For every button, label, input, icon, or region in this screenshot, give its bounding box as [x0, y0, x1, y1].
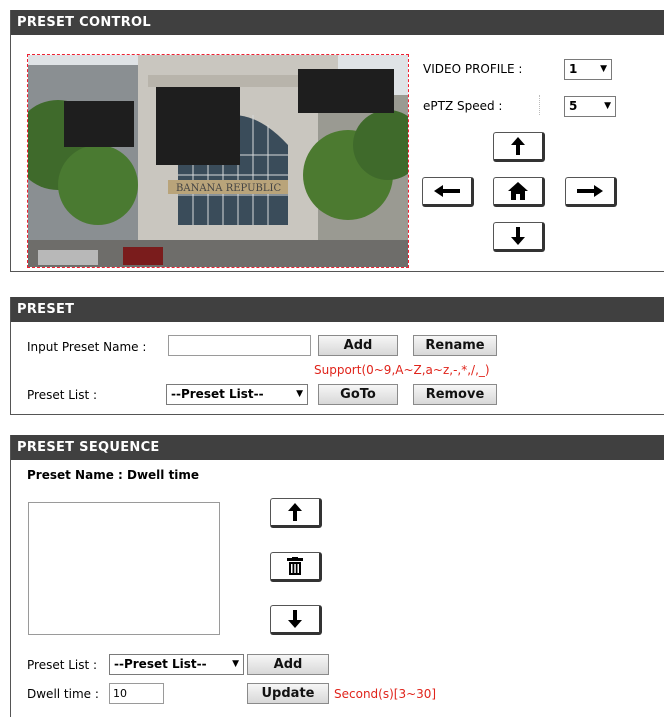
preset-name-input[interactable] — [168, 335, 311, 356]
preset-sequence-header: PRESET SEQUENCE — [11, 435, 664, 460]
store-sign-text: BANANA REPUBLIC — [176, 183, 281, 194]
video-profile-select[interactable]: 1 ▼ — [564, 59, 612, 80]
preset-list-label: Preset List : — [27, 388, 98, 402]
pan-down-button[interactable] — [493, 222, 545, 252]
sequence-down-button[interactable] — [270, 605, 322, 635]
preset-section: PRESET Input Preset Name : Add Rename Su… — [10, 297, 664, 415]
chevron-down-icon: ▼ — [296, 389, 303, 399]
sequence-list-value: --Preset List-- — [114, 657, 207, 671]
preset-header: PRESET — [11, 297, 664, 322]
sequence-name-header: Preset Name : Dwell time — [27, 468, 200, 482]
eptz-speed-divider — [539, 95, 541, 115]
pan-up-button[interactable] — [493, 132, 545, 162]
trash-icon — [287, 557, 303, 575]
eptz-speed-select[interactable]: 5 ▼ — [564, 96, 616, 117]
up-arrow-icon — [511, 137, 525, 155]
preset-remove-button[interactable]: Remove — [413, 384, 497, 405]
preset-control-section: PRESET CONTROL BANANA REPUBLIC VIDEO PRO… — [10, 10, 664, 272]
chevron-down-icon: ▼ — [232, 659, 239, 669]
sequence-up-button[interactable] — [270, 498, 322, 528]
dwell-time-input[interactable]: 10 — [109, 683, 164, 704]
preset-add-button[interactable]: Add — [318, 335, 398, 356]
dwell-time-label: Dwell time : — [27, 687, 99, 701]
right-arrow-icon — [577, 185, 603, 197]
preset-list-select[interactable]: --Preset List-- ▼ — [166, 384, 308, 405]
preset-body: Input Preset Name : Add Rename Support(0… — [11, 322, 664, 415]
home-icon — [508, 182, 528, 200]
down-arrow-icon — [511, 227, 525, 245]
eptz-speed-value: 5 — [569, 99, 578, 113]
dwell-update-button[interactable]: Update — [247, 683, 329, 704]
preset-rename-button[interactable]: Rename — [413, 335, 497, 356]
sequence-listbox[interactable] — [28, 502, 220, 635]
eptz-speed-label: ePTZ Speed : — [423, 99, 503, 113]
pan-left-button[interactable] — [422, 177, 474, 207]
video-profile-label: VIDEO PROFILE : — [423, 62, 523, 76]
sequence-list-label: Preset List : — [27, 658, 98, 672]
chevron-down-icon: ▼ — [604, 101, 611, 111]
preset-sequence-body: Preset Name : Dwell time Preset List : -… — [11, 460, 664, 717]
preset-support-text: Support(0~9,A~Z,a~z,-,*,/,_) — [314, 363, 490, 377]
down-arrow-icon — [288, 610, 302, 628]
preset-control-header: PRESET CONTROL — [11, 10, 664, 35]
preset-goto-button[interactable]: GoTo — [318, 384, 398, 405]
video-profile-value: 1 — [569, 62, 578, 76]
preset-sequence-section: PRESET SEQUENCE Preset Name : Dwell time… — [10, 435, 664, 717]
sequence-delete-button[interactable] — [270, 552, 322, 582]
up-arrow-icon — [288, 503, 302, 521]
sequence-add-button[interactable]: Add — [247, 654, 329, 675]
preset-name-label: Input Preset Name : — [27, 340, 147, 354]
dwell-range-text: Second(s)[3~30] — [334, 687, 437, 701]
pan-right-button[interactable] — [565, 177, 617, 207]
camera-view[interactable]: BANANA REPUBLIC — [27, 54, 409, 268]
home-button[interactable] — [493, 177, 545, 207]
preset-list-value: --Preset List-- — [171, 387, 264, 401]
left-arrow-icon — [434, 185, 460, 197]
sequence-list-select[interactable]: --Preset List-- ▼ — [109, 654, 244, 675]
chevron-down-icon: ▼ — [600, 64, 607, 74]
preset-control-body: BANANA REPUBLIC VIDEO PROFILE : 1 ▼ ePTZ… — [11, 35, 664, 272]
camera-image: BANANA REPUBLIC — [28, 55, 408, 267]
